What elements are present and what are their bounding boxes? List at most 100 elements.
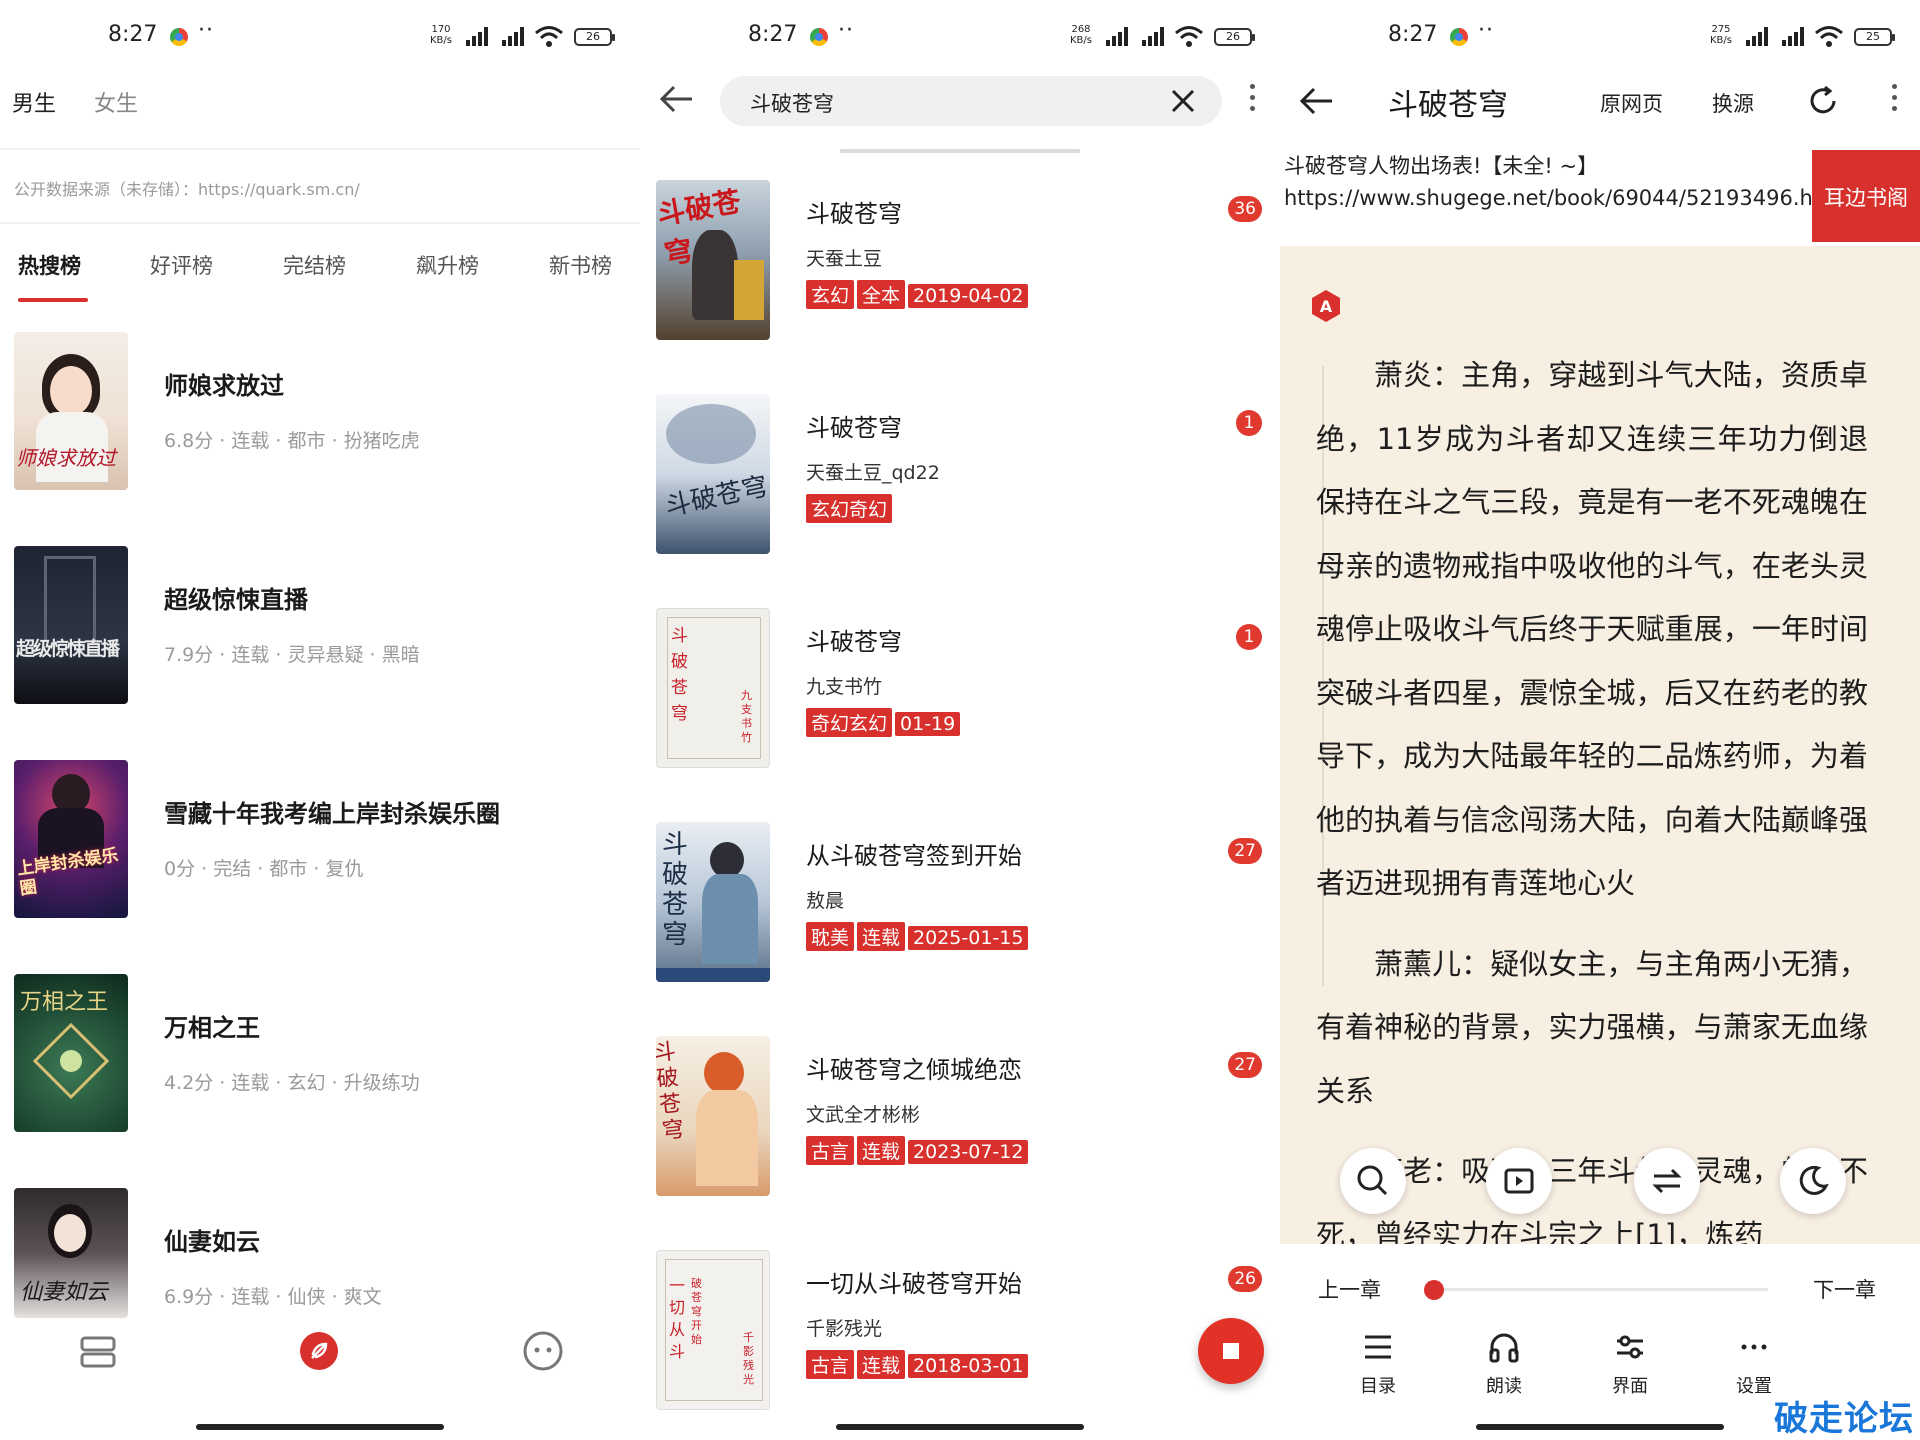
list-item[interactable]: 斗破苍穹 从斗破苍穹签到开始 敖晨 耽美 连载 2025-01-15 27 <box>656 822 1262 992</box>
prev-chapter-button[interactable]: 上一章 <box>1318 1274 1381 1304</box>
read-aloud-button[interactable]: 朗读 <box>1464 1330 1544 1398</box>
cover-title: 万相之王 <box>20 990 109 1015</box>
tool-label: 设置 <box>1736 1376 1772 1397</box>
source-name-button[interactable]: 耳边书阁 <box>1812 150 1920 242</box>
tag: 连载 <box>857 922 906 951</box>
moon-icon <box>1799 1165 1829 1195</box>
reader-panel: 8:27 ·· 275 KB/s 25 斗破苍穹 原网页 换源 斗破苍穹人物出场表… <box>1280 0 1920 1440</box>
tab-completed[interactable]: 完结榜 <box>283 250 346 280</box>
list-item[interactable]: 超级惊悚直播 超级惊悚直播 7.9分 · 连载 · 灵异悬疑 · 黑暗 <box>14 546 614 716</box>
next-chapter-button[interactable]: 下一章 <box>1813 1274 1876 1304</box>
menu-icon <box>1365 1335 1391 1359</box>
book-author: 敖晨 <box>806 890 845 912</box>
book-author: 天蚕土豆_qd22 <box>806 462 940 484</box>
status-bar: 8:27 ·· 170 KB/s 26 <box>0 14 640 60</box>
book-author: 千影残光 <box>806 1318 883 1340</box>
sliders-icon <box>1617 1335 1643 1359</box>
net-speed-unit: KB/s <box>1710 35 1732 46</box>
net-speed-value: 275 <box>1711 24 1731 35</box>
back-arrow-icon[interactable] <box>1298 86 1334 116</box>
wifi-icon <box>535 26 563 47</box>
reader-content[interactable]: A 萧炎：主角，穿越到斗气大陆，资质卓绝，11岁成为斗者却又连续三年功力倒退保持… <box>1280 246 1920 1252</box>
change-source-button[interactable]: 换源 <box>1712 88 1754 118</box>
more-notifications-icon: ·· <box>838 18 854 43</box>
list-item[interactable]: 万相之王 万相之王 4.2分 · 连载 · 玄幻 · 升级练功 <box>14 974 614 1144</box>
signal-icon <box>1742 26 1772 46</box>
chrome-icon <box>810 28 828 46</box>
toc-button[interactable]: 目录 <box>1338 1330 1418 1398</box>
book-tags: 玄幻 全本 2019-04-02 <box>806 280 1031 309</box>
book-title: 斗破苍穹之倾城绝恋 <box>806 1056 1022 1084</box>
book-cover: 斗破苍穹 <box>656 1036 770 1196</box>
bottom-nav <box>0 1322 640 1382</box>
book-cover: 超级惊悚直播 <box>14 546 128 704</box>
wifi-icon <box>1815 26 1843 47</box>
refresh-icon[interactable] <box>1806 84 1840 118</box>
search-panel: 8:27 ·· 268 KB/s 26 斗破苍穹 斗破苍穹 斗破苍穹 天蚕土豆 玄… <box>640 0 1280 1440</box>
stop-search-button[interactable] <box>1198 1318 1264 1384</box>
gender-tabs: 男生 女生 <box>12 86 176 118</box>
book-title: 斗破苍穹 <box>1388 88 1508 123</box>
home-indicator[interactable] <box>836 1424 1084 1430</box>
battery-icon: 26 <box>1214 28 1255 46</box>
list-item[interactable]: 斗破苍穹 斗破苍穹 天蚕土豆 玄幻 全本 2019-04-02 36 <box>656 180 1262 350</box>
clear-icon[interactable] <box>1170 88 1196 114</box>
profile-icon[interactable] <box>522 1330 564 1372</box>
list-item[interactable]: 斗破苍穹 斗破苍穹之倾城绝恋 文武全才彬彬 古言 连载 2023-07-12 27 <box>656 1036 1262 1206</box>
auto-page-icon[interactable]: A <box>1308 288 1344 324</box>
tab-female[interactable]: 女生 <box>94 92 138 117</box>
chapter-progress-track[interactable] <box>1428 1288 1768 1291</box>
list-item[interactable]: 斗破苍穹 九支书竹 斗破苍穹 九支书竹 奇幻玄幻 01-19 1 <box>656 608 1262 778</box>
divider <box>0 148 640 150</box>
tab-good-reviews[interactable]: 好评榜 <box>150 250 213 280</box>
list-item[interactable]: 一切从斗 破苍穹开始 千影残光 一切从斗破苍穹开始 千影残光 古言 连载 2018-… <box>656 1250 1262 1420</box>
source-count-badge: 26 <box>1228 1266 1262 1292</box>
tool-label: 目录 <box>1360 1376 1396 1397</box>
replace-button[interactable] <box>1634 1148 1700 1214</box>
tag: 耽美 <box>806 922 855 951</box>
tag: 2023-07-12 <box>908 1140 1029 1164</box>
more-options-icon[interactable] <box>1892 84 1898 114</box>
book-cover: 斗破苍穹 <box>656 180 770 340</box>
tab-rising[interactable]: 飙升榜 <box>416 250 479 280</box>
book-title: 万相之王 <box>164 1014 260 1042</box>
bookshelf-icon[interactable] <box>78 1332 118 1372</box>
book-title: 斗破苍穹 <box>806 628 902 656</box>
signal-icon <box>498 26 528 46</box>
back-arrow-icon[interactable] <box>658 84 694 114</box>
tag: 连载 <box>857 1350 906 1379</box>
more-dots-icon <box>1741 1344 1767 1350</box>
settings-button[interactable]: 设置 <box>1714 1330 1794 1398</box>
book-meta: 0分 · 完结 · 都市 · 复仇 <box>164 858 364 880</box>
chapter-progress-knob[interactable] <box>1424 1280 1444 1300</box>
more-options-icon[interactable] <box>1250 84 1256 114</box>
tag: 2019-04-02 <box>908 284 1029 308</box>
list-item[interactable]: 师娘求放过 师娘求放过 6.8分 · 连载 · 都市 · 扮猪吃虎 <box>14 332 614 502</box>
search-query: 斗破苍穹 <box>750 92 834 116</box>
search-button[interactable] <box>1340 1148 1406 1214</box>
tool-label: 界面 <box>1612 1376 1648 1397</box>
tag: 玄幻 <box>806 280 855 309</box>
chapter-text: 萧炎：主角，穿越到斗气大陆，资质卓绝，11岁成为斗者却又连续三年功力倒退保持在斗… <box>1316 344 1868 1284</box>
search-icon <box>1357 1165 1388 1196</box>
source-count-badge: 27 <box>1228 838 1262 864</box>
tag: 玄幻奇幻 <box>806 494 893 523</box>
list-item[interactable]: 斗破苍穹 斗破苍穹 天蚕土豆_qd22 玄幻奇幻 1 <box>656 394 1262 564</box>
discover-icon[interactable] <box>298 1330 340 1372</box>
night-mode-button[interactable] <box>1780 1148 1846 1214</box>
net-speed-unit: KB/s <box>430 35 452 46</box>
list-item[interactable]: 上岸封杀娱乐圈 雪藏十年我考编上岸封杀娱乐圈 0分 · 完结 · 都市 · 复仇 <box>14 760 614 930</box>
layout-button[interactable]: 界面 <box>1590 1330 1670 1398</box>
auto-scroll-button[interactable] <box>1486 1148 1552 1214</box>
home-indicator[interactable] <box>196 1424 444 1430</box>
home-indicator[interactable] <box>1476 1424 1724 1430</box>
search-input[interactable]: 斗破苍穹 <box>720 76 1222 126</box>
cover-title: 上岸封杀娱乐圈 <box>15 845 120 900</box>
tab-hot-search[interactable]: 热搜榜 <box>18 250 81 280</box>
tag: 连载 <box>857 1136 906 1165</box>
watermark: 破走论坛 <box>1774 1399 1914 1439</box>
tab-new-books[interactable]: 新书榜 <box>549 250 612 280</box>
signal-icon <box>1102 26 1132 46</box>
tab-male[interactable]: 男生 <box>12 92 56 117</box>
original-page-button[interactable]: 原网页 <box>1600 88 1663 118</box>
